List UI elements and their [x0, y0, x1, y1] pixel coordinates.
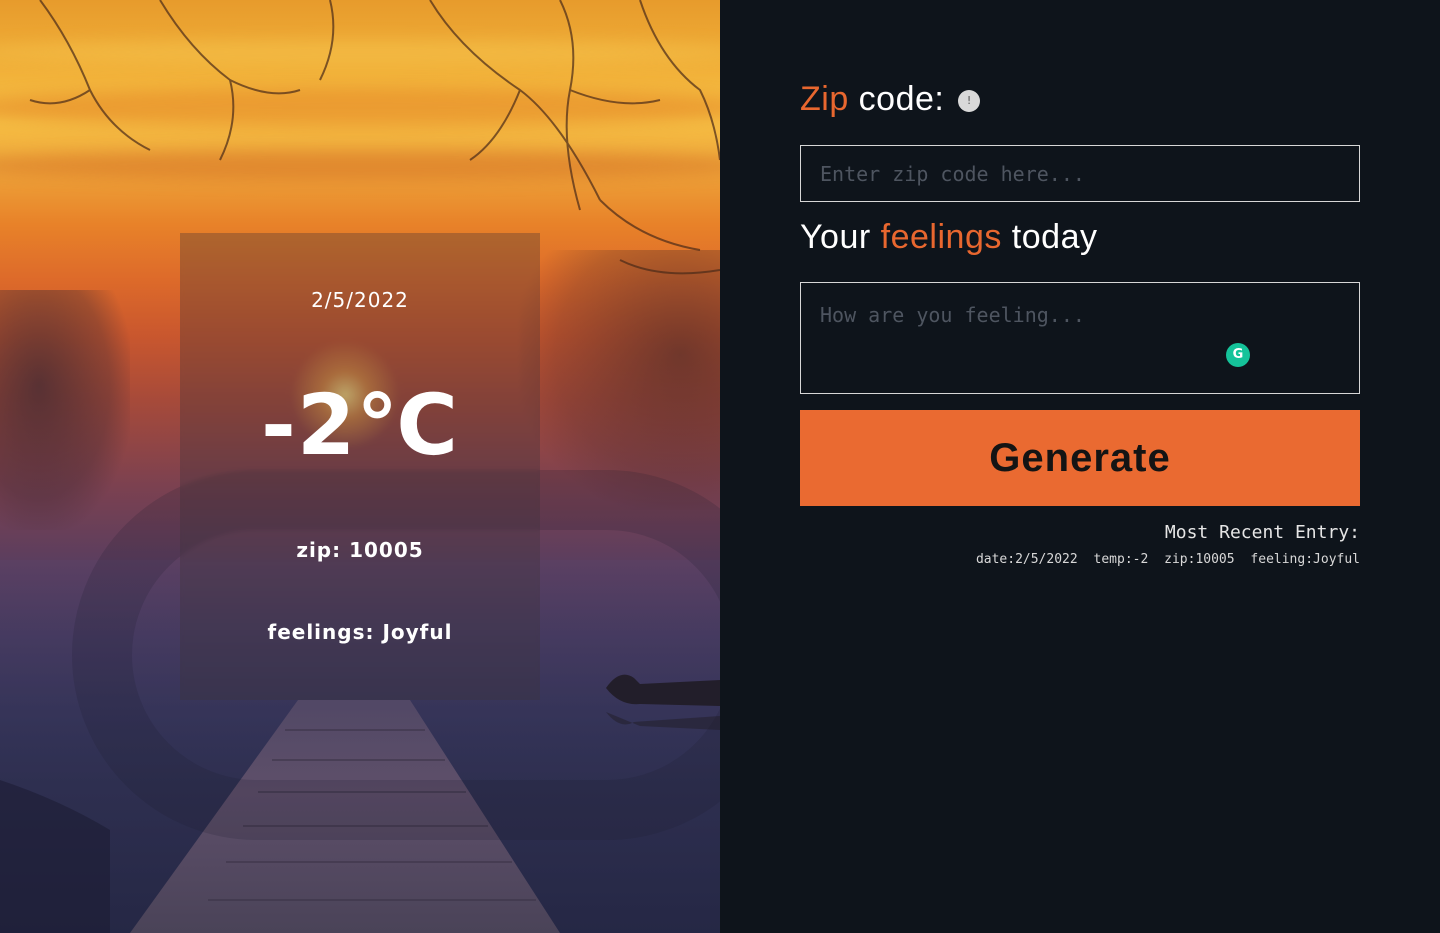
recent-entry-date: date:2/5/2022 — [975, 552, 1078, 567]
entry-zip: zip: 10005 — [296, 538, 424, 562]
zip-heading-accent: Zip — [800, 80, 849, 118]
entry-date: 2/5/2022 — [311, 288, 409, 312]
feelings-heading-after: today — [1001, 218, 1098, 256]
recent-entry-zip: zip:10005 — [1164, 552, 1235, 567]
feelings-heading: Your feelings today — [800, 218, 1097, 257]
recent-entry-feeling: feeling:Joyful — [1250, 552, 1360, 567]
feelings-textarea[interactable] — [800, 282, 1360, 394]
entry-card-content: 2/5/2022 -2℃ zip: 10005 feelings: Joyful — [180, 0, 540, 933]
feelings-heading-accent: feelings — [880, 218, 1002, 256]
zip-heading-text: code: — [848, 80, 945, 118]
recent-entry-details: date:2/5/2022 temp:-2 zip:10005 feeling:… — [968, 552, 1360, 567]
grammarly-icon[interactable]: G — [1226, 343, 1250, 367]
recent-entry-temp: temp:-2 — [1093, 552, 1149, 567]
zip-heading: Zip code: ! — [800, 80, 981, 119]
recent-entry-title: Most Recent Entry: — [1164, 522, 1360, 543]
entry-temperature: -2℃ — [260, 376, 460, 474]
zip-code-input[interactable] — [800, 145, 1360, 202]
feelings-heading-before: Your — [800, 218, 881, 256]
app: 2/5/2022 -2℃ zip: 10005 feelings: Joyful… — [0, 0, 1440, 933]
info-icon[interactable]: ! — [958, 90, 981, 113]
form-panel: Zip code: ! Your feelings today G Genera… — [720, 0, 1440, 933]
generate-button[interactable]: Generate — [800, 410, 1360, 506]
entry-feelings: feelings: Joyful — [267, 620, 453, 644]
